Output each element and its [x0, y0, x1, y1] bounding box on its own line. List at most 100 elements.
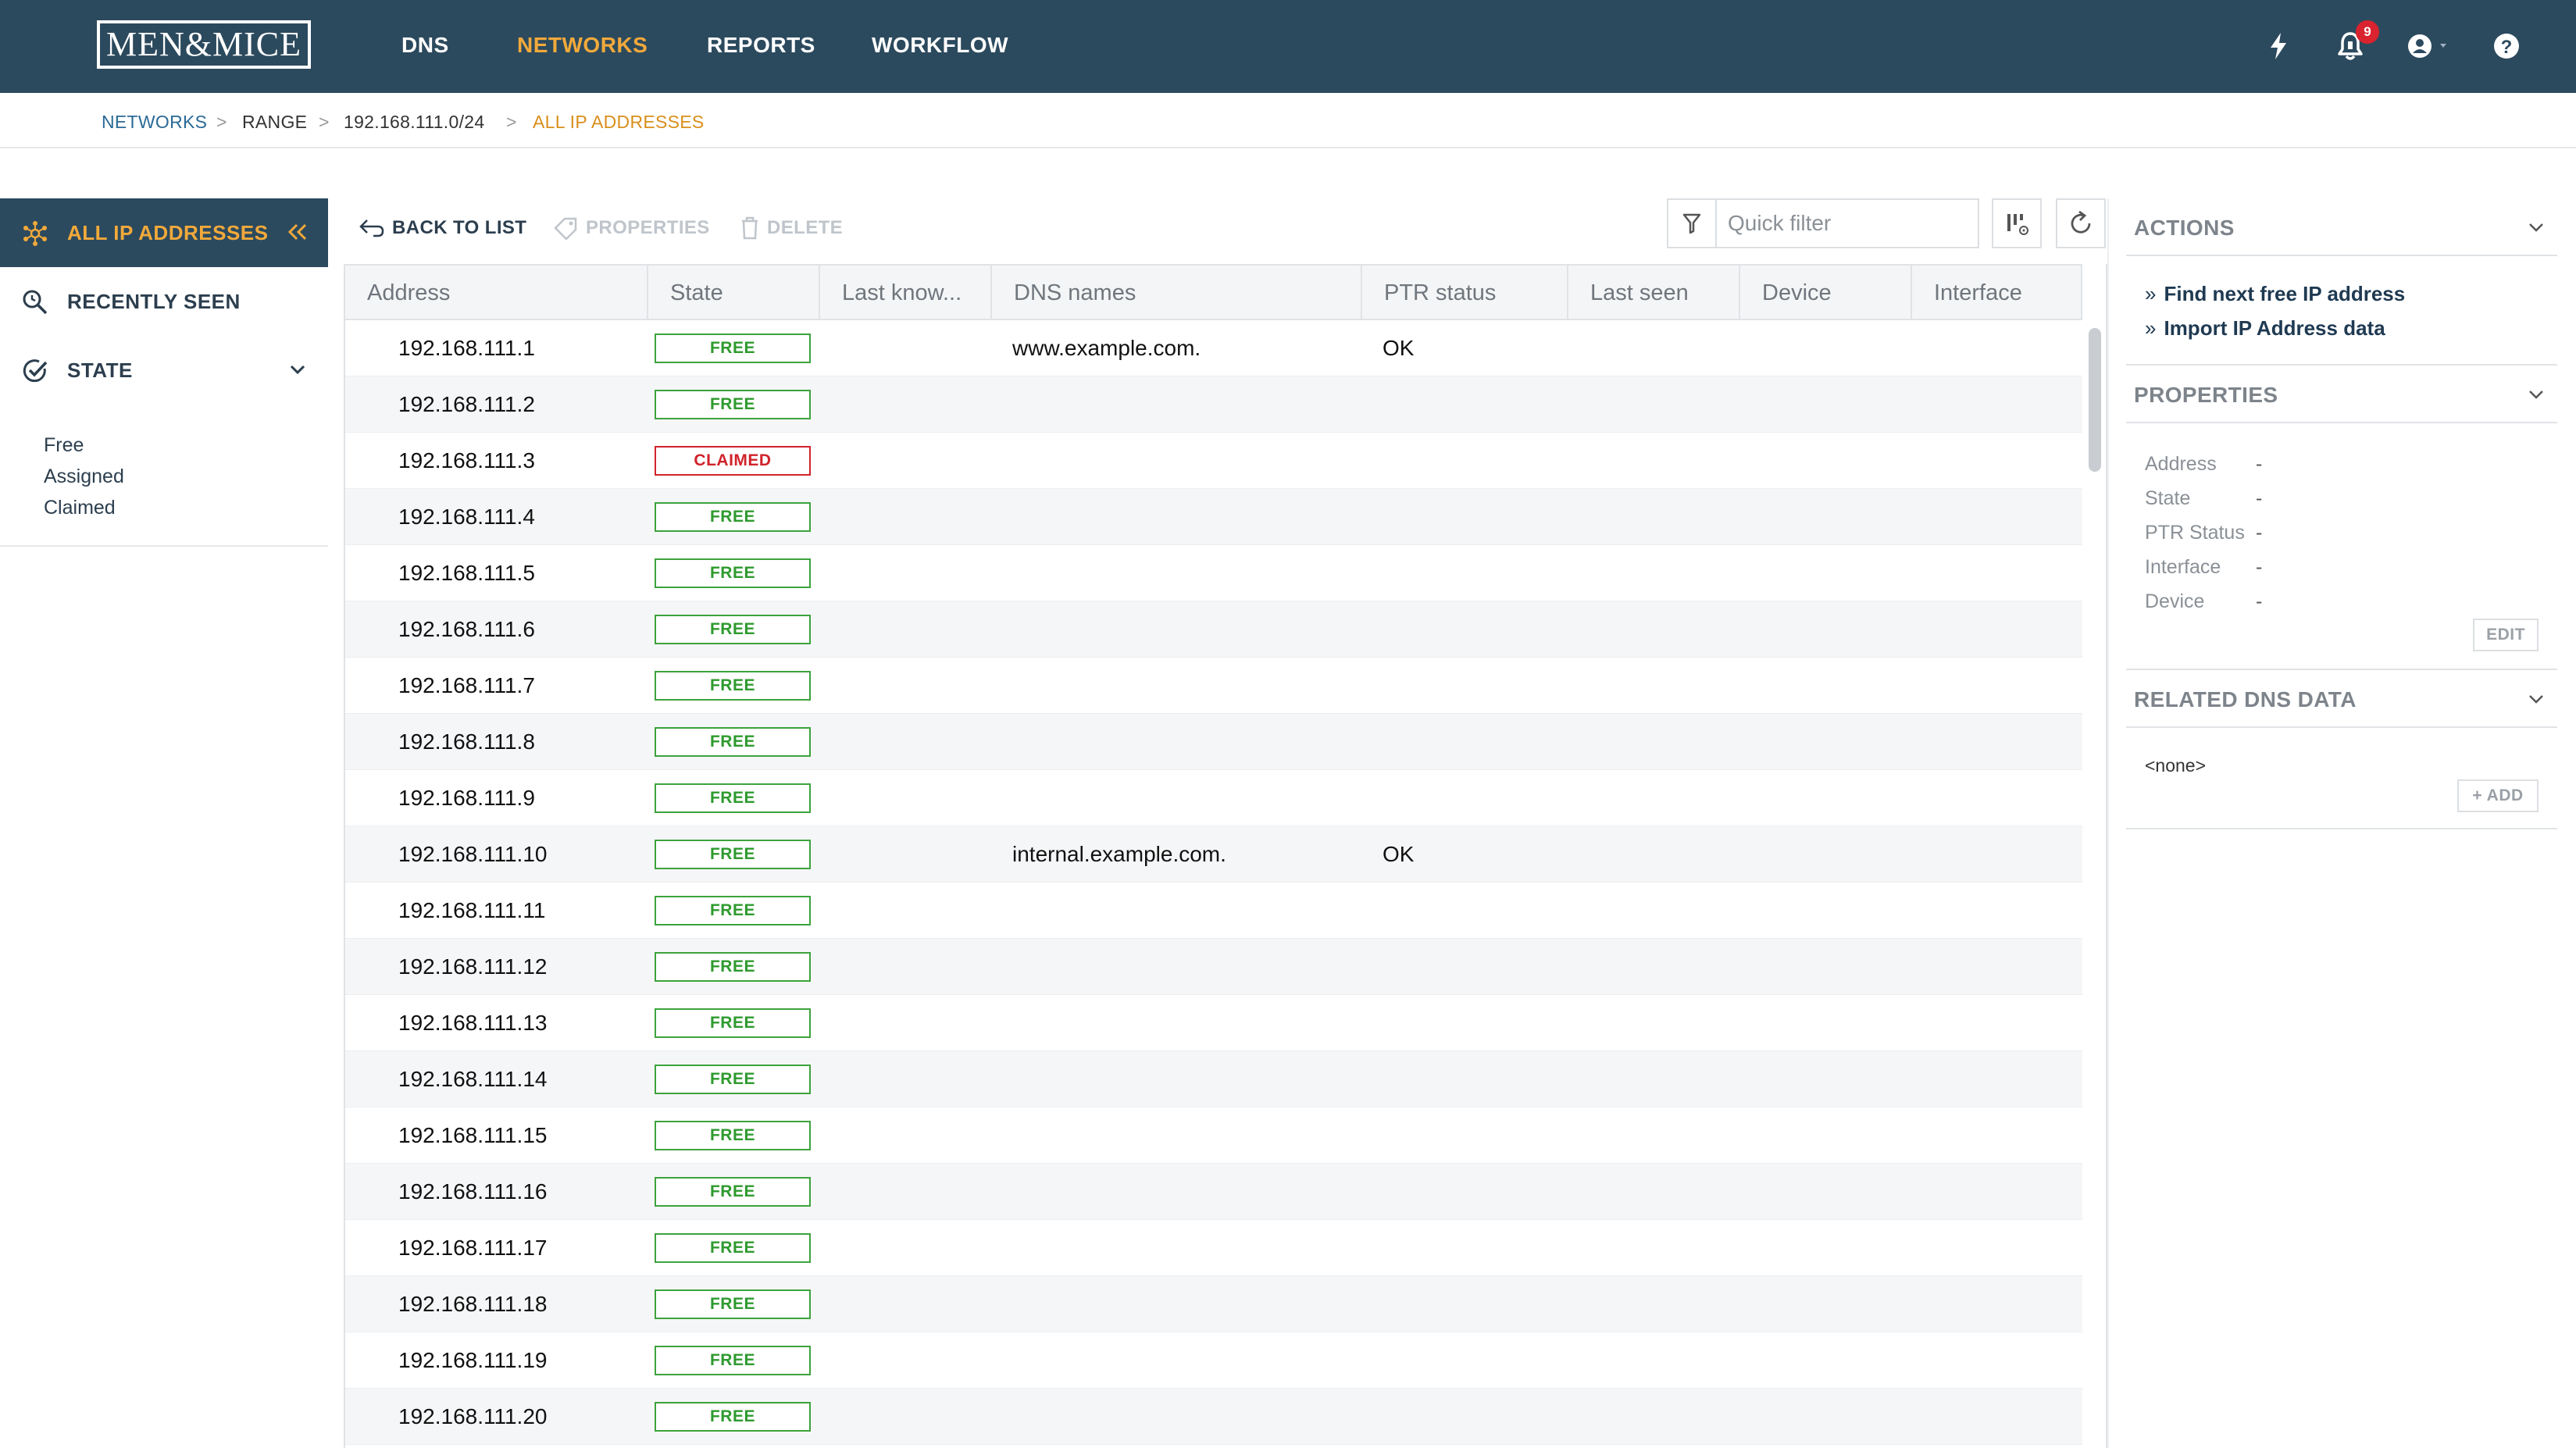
add-dns-data-button[interactable]: + ADD [2457, 779, 2539, 812]
table-row[interactable]: 192.168.111.5 FREE [345, 545, 2082, 601]
property-label-address: Address [2145, 453, 2217, 475]
filter-icon[interactable] [1668, 200, 1717, 247]
properties-label: PROPERTIES [586, 217, 710, 238]
column-header-dns-names[interactable]: DNS names [992, 266, 1362, 320]
svg-text:?: ? [2501, 37, 2513, 58]
column-settings-icon [2007, 214, 2028, 235]
property-label-state: State [2145, 487, 2191, 509]
sidebar-item-state[interactable]: STATE [0, 336, 328, 405]
table-row[interactable]: 192.168.111.9 FREE [345, 770, 2082, 826]
property-label-ptr-status: PTR Status [2145, 522, 2245, 544]
state-badge: FREE [655, 783, 811, 813]
import-ip-address-data-link[interactable]: » Import IP Address data [2145, 314, 2385, 342]
column-header-last-seen[interactable]: Last seen [1568, 266, 1740, 320]
column-header-device[interactable]: Device [1740, 266, 1912, 320]
table-row[interactable]: 192.168.111.17 FREE [345, 1220, 2082, 1276]
actions-title: ACTIONS [2134, 216, 2235, 240]
lightning-icon[interactable] [2260, 28, 2296, 64]
property-value-state: - [2256, 487, 2263, 509]
action-label: Import IP Address data [2164, 316, 2385, 340]
cell-address: 192.168.111.18 [398, 1292, 548, 1316]
delete-button[interactable]: DELETE [740, 212, 843, 244]
table-header: Address State Last know... DNS names PTR… [345, 264, 2082, 320]
state-badge: FREE [655, 952, 811, 982]
back-to-list-button[interactable]: BACK TO LIST [358, 212, 526, 244]
chevron-down-icon [2523, 381, 2549, 408]
table-row[interactable]: 192.168.111.7 FREE [345, 658, 2082, 714]
state-badge: FREE [655, 840, 811, 869]
collapse-sidebar-icon[interactable] [284, 219, 311, 245]
column-header-ptr-status[interactable]: PTR status [1362, 266, 1568, 320]
state-filter-assigned[interactable]: Assigned [44, 461, 124, 492]
table-row[interactable]: 192.168.111.18 FREE [345, 1276, 2082, 1332]
state-badge: FREE [655, 558, 811, 588]
sidebar-item-recently-seen[interactable]: RECENTLY SEEN [0, 267, 328, 336]
column-header-last-known[interactable]: Last know... [820, 266, 992, 320]
table-scrollbar[interactable] [2089, 328, 2101, 472]
breadcrumb-networks[interactable]: NETWORKS [102, 110, 207, 134]
breadcrumb-subnet[interactable]: 192.168.111.0/24 [344, 110, 484, 134]
column-settings-button[interactable] [1992, 198, 2042, 248]
cell-dns-name: internal.example.com. [1012, 842, 1226, 866]
cell-address: 192.168.111.8 [398, 729, 535, 754]
add-label: ADD [2486, 786, 2524, 804]
quick-filter [1667, 198, 1979, 248]
property-label-interface: Interface [2145, 556, 2221, 578]
cell-address: 192.168.111.19 [398, 1348, 548, 1372]
table-row[interactable]: 192.168.111.10 FREE internal.example.com. O… [345, 826, 2082, 883]
properties-button[interactable]: PROPERTIES [553, 212, 710, 244]
table-row[interactable]: 192.168.111.16 FREE [345, 1164, 2082, 1220]
column-header-address[interactable]: Address [345, 266, 648, 320]
breadcrumb: NETWORKS > RANGE > 192.168.111.0/24 > AL… [0, 93, 2576, 148]
nav-dns[interactable]: DNS [401, 30, 449, 61]
related-dns-data-section-header[interactable]: RELATED DNS DATA [2126, 670, 2557, 728]
table-row[interactable]: 192.168.111.3 CLAIMED [345, 433, 2082, 489]
table-row[interactable]: 192.168.111.8 FREE [345, 714, 2082, 770]
table-row[interactable]: 192.168.111.12 FREE [345, 939, 2082, 995]
men-and-mice-logo[interactable]: MEN&MICE [97, 20, 311, 69]
panel-divider [2107, 198, 2109, 1448]
actions-section-header[interactable]: ACTIONS [2126, 198, 2557, 256]
table-row[interactable]: 192.168.111.2 FREE [345, 376, 2082, 433]
properties-section-header[interactable]: PROPERTIES [2126, 366, 2557, 423]
breadcrumb-separator: > [319, 112, 330, 132]
table-row[interactable]: 192.168.111.11 FREE [345, 883, 2082, 939]
column-header-state[interactable]: State [648, 266, 820, 320]
top-navigation-bar: MEN&MICE DNS NETWORKS REPORTS WORKFLOW 9… [0, 0, 2576, 93]
nav-networks[interactable]: NETWORKS [517, 30, 648, 61]
table-row[interactable]: 192.168.111.14 FREE [345, 1051, 2082, 1107]
find-next-free-ip-link[interactable]: » Find next free IP address [2145, 280, 2405, 308]
breadcrumb-range[interactable]: RANGE [242, 110, 307, 134]
chevron-down-icon[interactable] [284, 356, 311, 383]
nav-workflow[interactable]: WORKFLOW [872, 30, 1008, 61]
cell-ptr-status: OK [1383, 842, 1415, 866]
cell-dns-name: www.example.com. [1012, 336, 1201, 360]
table-row[interactable]: 192.168.111.20 FREE [345, 1389, 2082, 1445]
plus-icon: + [2472, 786, 2487, 804]
state-badge: FREE [655, 1008, 811, 1038]
cell-address: 192.168.111.14 [398, 1067, 548, 1091]
user-account-icon[interactable] [2406, 28, 2453, 64]
state-filter-claimed[interactable]: Claimed [44, 492, 124, 523]
state-badge: CLAIMED [655, 446, 811, 476]
sidebar-item-all-ip-addresses[interactable]: ALL IP ADDRESSES [0, 198, 328, 267]
state-filter-list: Free Assigned Claimed [44, 430, 124, 523]
edit-properties-button[interactable]: EDIT [2473, 619, 2539, 651]
state-badge: FREE [655, 390, 811, 419]
table-row[interactable]: 192.168.111.15 FREE [345, 1107, 2082, 1164]
cell-ptr-status: OK [1383, 336, 1415, 360]
nav-reports[interactable]: REPORTS [707, 30, 815, 61]
help-icon[interactable]: ? [2489, 28, 2524, 64]
state-filter-free[interactable]: Free [44, 430, 124, 461]
column-header-interface[interactable]: Interface [1912, 266, 2082, 320]
back-arrow-icon [359, 219, 384, 237]
table-row[interactable]: 192.168.111.13 FREE [345, 995, 2082, 1051]
table-row[interactable]: 192.168.111.4 FREE [345, 489, 2082, 545]
quick-filter-input[interactable] [1728, 208, 1970, 239]
table-row[interactable]: 192.168.111.19 FREE [345, 1332, 2082, 1389]
sidebar-item-label: ALL IP ADDRESSES [67, 220, 269, 244]
state-badge: FREE [655, 1346, 811, 1375]
refresh-button[interactable] [2056, 198, 2106, 248]
table-row[interactable]: 192.168.111.6 FREE [345, 601, 2082, 658]
table-row[interactable]: 192.168.111.1 FREE www.example.com. OK [345, 320, 2082, 376]
